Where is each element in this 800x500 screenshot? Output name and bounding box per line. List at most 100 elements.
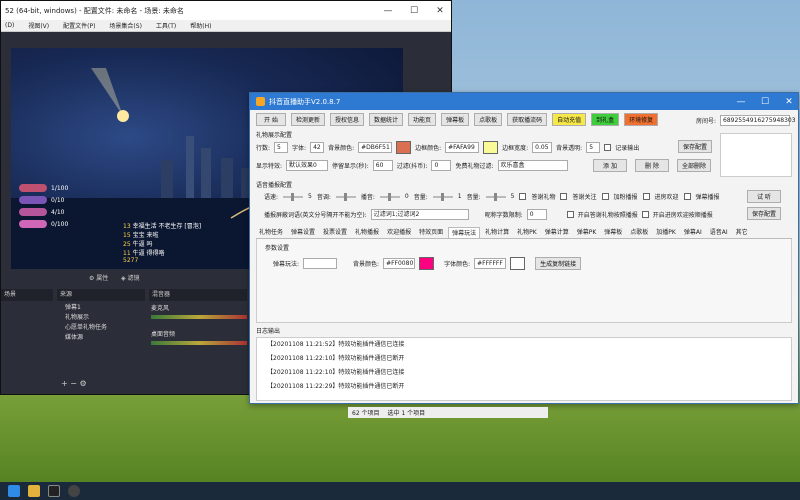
gift-count: 0/100 (51, 220, 69, 228)
tab-gift-task[interactable]: 礼物任务 (256, 227, 286, 238)
border-width-input[interactable]: 0.05 (532, 142, 553, 153)
log-line: 【20201108 11:21:52】特效功能插件通信已连接 (267, 341, 405, 348)
tab-danmaku-settings[interactable]: 弹幕设置 (288, 227, 318, 238)
douyin-icon[interactable] (48, 485, 60, 497)
tab-danmaku-ai[interactable]: 弹幕AI (681, 227, 705, 238)
delete-button[interactable]: 删 除 (635, 159, 669, 172)
border-color-label: 边框颜色: (415, 145, 442, 152)
font-size-input[interactable]: 42 (310, 142, 325, 153)
welcome-checkbox[interactable] (642, 193, 650, 200)
fans-checkbox[interactable] (601, 193, 609, 200)
add-button[interactable]: 添 加 (593, 159, 627, 172)
rate-slider[interactable] (283, 192, 304, 201)
get-stream-key-button[interactable]: 获取播流码 (507, 113, 548, 126)
bg-color-input[interactable]: #DB6F51 (358, 142, 393, 153)
tab-welcome-broadcast[interactable]: 欢迎播报 (384, 227, 414, 238)
maximize-icon[interactable]: ☐ (401, 1, 427, 20)
delete-all-button[interactable]: 全部删除 (677, 159, 712, 172)
tab-danmaku-board[interactable]: 弹幕板 (601, 227, 625, 238)
stay-input[interactable]: 60 (372, 160, 393, 171)
params-font-color-input[interactable]: #FFFFFF (474, 258, 507, 269)
start-button[interactable]: 开 始 (256, 113, 286, 126)
menu-item[interactable]: (D) (5, 22, 14, 29)
tab-effects[interactable]: 特效页面 (416, 227, 446, 238)
bg-alpha-input[interactable]: 5 (586, 142, 601, 153)
close-icon[interactable]: ✕ (776, 93, 800, 110)
tab-danmaku-calc[interactable]: 弹幕计算 (542, 227, 572, 238)
source-item[interactable]: 心愿单礼物任务 (57, 323, 145, 333)
song-board-button[interactable]: 点歌板 (474, 113, 503, 126)
source-item[interactable]: 弹幕1 (57, 303, 145, 313)
tab-plus-pk[interactable]: 加播PK (653, 227, 679, 238)
start-icon[interactable] (8, 485, 20, 497)
gift-bar (19, 196, 47, 204)
free-select[interactable]: 欢乐喜盒 (497, 160, 568, 171)
close-icon[interactable]: ✕ (427, 1, 451, 20)
maximize-icon[interactable]: ☐ (752, 93, 778, 110)
danmaku-checkbox[interactable] (683, 193, 691, 200)
menu-item[interactable]: 视图(V) (28, 21, 49, 30)
feature-page-button[interactable]: 功能页 (408, 113, 437, 126)
tab-gift-pk[interactable]: 礼物PK (514, 227, 540, 238)
voice-save-button[interactable]: 保存配置 (747, 207, 782, 220)
params-font-color-swatch[interactable] (510, 257, 526, 270)
tab-other[interactable]: 其它 (733, 227, 751, 238)
voice-slider[interactable] (432, 192, 453, 201)
gift-box-button[interactable]: 到礼盒 (591, 113, 620, 126)
source-item[interactable]: 媒体源 (57, 333, 145, 343)
minimize-icon[interactable]: — (728, 93, 754, 110)
ordered-gift-checkbox[interactable] (566, 211, 574, 218)
params-bg-swatch[interactable] (419, 257, 435, 270)
properties-button[interactable]: ⚙ 属性 (89, 273, 108, 282)
menu-item[interactable]: 配置文件(P) (63, 21, 95, 30)
thank-gift-checkbox[interactable] (519, 193, 527, 200)
tab-vote[interactable]: 投票设置 (320, 227, 350, 238)
room-id-input[interactable]: 6892554916275948303 (720, 115, 796, 126)
mixer-header: 混音器 (149, 289, 247, 301)
record-checkbox[interactable] (604, 144, 612, 151)
ordered-welcome-checkbox[interactable] (641, 211, 649, 218)
helper-title-bar: 抖音直播助手V2.0.8.7 — ☐ ✕ (250, 93, 798, 110)
welcome-label: 进房欢迎 (654, 194, 679, 201)
source-item[interactable]: 礼物展示 (57, 313, 145, 323)
border-color-swatch[interactable] (483, 141, 499, 154)
effect-select[interactable]: 默认效果0 (286, 160, 329, 171)
speak-slider[interactable] (379, 192, 400, 201)
log-panel[interactable]: 【20201108 11:21:52】特效功能插件通信已连接 【20201108… (256, 337, 792, 401)
env-repair-button[interactable]: 环境修复 (624, 113, 659, 126)
tab-danmaku-pk[interactable]: 弹幕PK (574, 227, 600, 238)
check-update-button[interactable]: 检测更新 (291, 113, 326, 126)
tab-danmaku-play[interactable]: 弹幕玩法 (448, 227, 481, 238)
tab-voice-ai[interactable]: 语音AI (707, 227, 731, 238)
params-bg-input[interactable]: #FF0080 (383, 258, 416, 269)
obs-icon[interactable] (68, 485, 80, 497)
play-select[interactable] (303, 258, 338, 269)
test-listen-button[interactable]: 试 听 (747, 190, 781, 203)
menu-item[interactable]: 帮助(H) (190, 21, 211, 30)
bg-color-swatch[interactable] (396, 141, 412, 154)
tab-gift-calc[interactable]: 礼物计算 (482, 227, 512, 238)
filter-input[interactable]: 0 (431, 160, 452, 171)
pitch-slider[interactable] (335, 192, 356, 201)
auto-recharge-button[interactable]: 自动充值 (552, 113, 587, 126)
file-explorer-icon[interactable] (28, 485, 40, 497)
tab-gift-broadcast[interactable]: 礼物播报 (352, 227, 382, 238)
add-source-icon[interactable]: + − ⚙ (61, 379, 87, 388)
gift-save-button[interactable]: 保存配置 (678, 140, 713, 153)
tab-song-board[interactable]: 点歌板 (627, 227, 651, 238)
stats-button[interactable]: 数据统计 (369, 113, 404, 126)
menu-item[interactable]: 场景集合(S) (109, 21, 142, 30)
filters-button[interactable]: ◈ 滤镜 (121, 273, 140, 282)
thank-follow-checkbox[interactable] (560, 193, 568, 200)
license-info-button[interactable]: 授权信息 (330, 113, 365, 126)
limit-input[interactable]: 0 (526, 209, 547, 220)
minimize-icon[interactable]: — (375, 1, 401, 20)
border-width-label: 边框宽度: (502, 145, 529, 152)
generate-link-button[interactable]: 生成复制链接 (535, 257, 582, 270)
danmaku-board-button[interactable]: 弹幕板 (441, 113, 470, 126)
level-slider[interactable] (485, 192, 506, 201)
rows-input[interactable]: 5 (274, 142, 289, 153)
border-color-input[interactable]: #FAFA99 (445, 142, 480, 153)
filter-words-input[interactable]: 过滤词1;过滤词2 (370, 209, 469, 220)
menu-item[interactable]: 工具(T) (156, 21, 176, 30)
